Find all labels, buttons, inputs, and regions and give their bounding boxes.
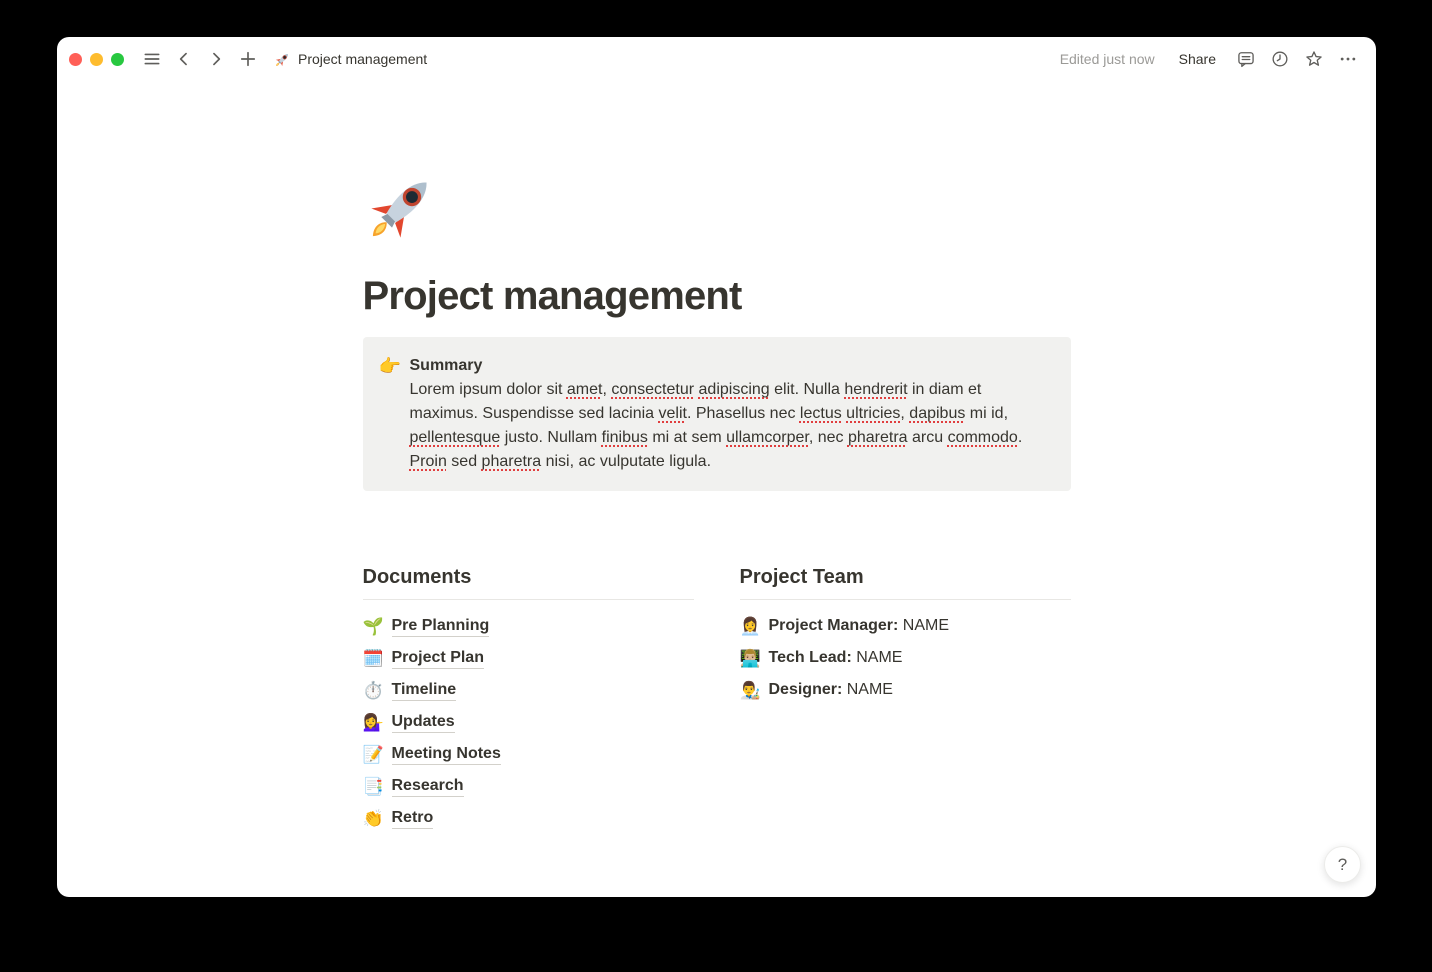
close-button[interactable] <box>69 53 82 66</box>
document-link[interactable]: Updates <box>392 711 455 733</box>
history-button[interactable] <box>1266 45 1294 73</box>
team-role: Project Manager: <box>769 617 899 634</box>
document-link[interactable]: Timeline <box>392 679 457 701</box>
team-list: 👩‍💼 Project Manager: NAME 👨🏼‍💻 Tech Lead: N… <box>740 610 1071 706</box>
team-member-text: Project Manager: NAME <box>769 617 949 635</box>
sidebar-menu-button[interactable] <box>138 45 166 73</box>
document-link-row: 📝 Meeting Notes <box>363 738 694 770</box>
document-link-row: 💁‍♀️ Updates <box>363 706 694 738</box>
misspelled-word: amet <box>567 381 603 398</box>
chevron-right-icon <box>206 49 226 69</box>
clapping-hands-icon: 👏 <box>363 810 383 827</box>
documents-heading: Documents <box>363 564 694 590</box>
forward-button[interactable] <box>202 45 230 73</box>
team-member-text: Tech Lead: NAME <box>769 649 903 667</box>
misspelled-word: velit <box>659 405 687 422</box>
document-link-row: 🌱 Pre Planning <box>363 610 694 642</box>
share-button[interactable]: Share <box>1171 47 1224 71</box>
misspelled-word: ullamcorper <box>726 429 809 446</box>
document-link[interactable]: Meeting Notes <box>392 743 501 765</box>
titlebar-actions: Edited just now Share <box>1060 45 1362 73</box>
team-member-row: 👨🏼‍💻 Tech Lead: NAME <box>740 642 1071 674</box>
plus-icon <box>238 49 258 69</box>
divider <box>363 599 694 600</box>
misspelled-word: pellentesque <box>410 429 501 446</box>
team-role: Tech Lead: <box>769 649 852 666</box>
callout-title: Summary <box>410 354 1037 378</box>
rocket-icon <box>274 51 291 68</box>
spiral-calendar-icon: 🗓️ <box>363 650 383 667</box>
star-icon <box>1304 49 1324 69</box>
man-technologist-icon: 👨🏼‍💻 <box>740 650 760 667</box>
misspelled-word: commodo <box>948 429 1018 446</box>
misspelled-word: finibus <box>602 429 648 446</box>
document-link-row: 👏 Retro <box>363 802 694 834</box>
misspelled-word: pharetra <box>848 429 908 446</box>
titlebar: Project management Edited just now Share <box>57 37 1376 81</box>
document-link-row: 🗓️ Project Plan <box>363 642 694 674</box>
misspelled-word: ultricies <box>846 405 900 422</box>
fullscreen-button[interactable] <box>111 53 124 66</box>
misspelled-word: lectus <box>800 405 842 422</box>
team-member-row: 👩‍💼 Project Manager: NAME <box>740 610 1071 642</box>
new-page-button[interactable] <box>234 45 262 73</box>
team-role: Designer: <box>769 681 843 698</box>
two-column-layout: Documents 🌱 Pre Planning 🗓️ Project Plan ⏱️ T… <box>363 564 1071 834</box>
breadcrumb[interactable]: Project management <box>274 51 427 68</box>
chevron-left-icon <box>174 49 194 69</box>
seedling-icon: 🌱 <box>363 618 383 635</box>
document-link[interactable]: Retro <box>392 807 434 829</box>
document-link[interactable]: Pre Planning <box>392 615 490 637</box>
woman-tipping-hand-icon: 💁‍♀️ <box>363 714 383 731</box>
document-link[interactable]: Project Plan <box>392 647 484 669</box>
woman-office-worker-icon: 👩‍💼 <box>740 618 760 635</box>
misspelled-word: adipiscing <box>699 381 770 398</box>
pointing-right-icon: 👉 <box>379 354 401 378</box>
clock-icon <box>1270 49 1290 69</box>
rocket-icon <box>363 168 441 246</box>
team-section: Project Team 👩‍💼 Project Manager: NAME 👨🏼‍… <box>740 564 1071 834</box>
hamburger-icon <box>142 49 162 69</box>
notion-window: Project management Edited just now Share <box>57 37 1376 897</box>
misspelled-word: hendrerit <box>844 381 907 398</box>
traffic-lights <box>69 53 124 66</box>
ellipsis-icon <box>1338 49 1358 69</box>
documents-section: Documents 🌱 Pre Planning 🗓️ Project Plan ⏱️ T… <box>363 564 694 834</box>
documents-list: 🌱 Pre Planning 🗓️ Project Plan ⏱️ Timeline 💁‍♀… <box>363 610 694 834</box>
document-link[interactable]: Research <box>392 775 464 797</box>
more-button[interactable] <box>1334 45 1362 73</box>
page-title[interactable]: Project management <box>363 272 1071 320</box>
minimize-button[interactable] <box>90 53 103 66</box>
callout-text: Lorem ipsum dolor sit amet, consectetur … <box>410 378 1037 474</box>
misspelled-word: dapibus <box>909 405 965 422</box>
summary-callout: 👉 Summary Lorem ipsum dolor sit amet, co… <box>363 337 1071 491</box>
favorite-button[interactable] <box>1300 45 1328 73</box>
misspelled-word: pharetra <box>482 453 542 470</box>
team-member-row: 👨‍🎨 Designer: NAME <box>740 674 1071 706</box>
misspelled-word: consectetur <box>611 381 694 398</box>
page-content: Project management 👉 Summary Lorem ipsum… <box>57 81 1376 897</box>
comments-button[interactable] <box>1232 45 1260 73</box>
page-icon-rocket[interactable] <box>363 168 441 246</box>
misspelled-word: Proin <box>410 453 447 470</box>
help-button[interactable]: ? <box>1324 846 1361 883</box>
divider <box>740 599 1071 600</box>
breadcrumb-title: Project management <box>298 51 427 67</box>
document-link-row: ⏱️ Timeline <box>363 674 694 706</box>
memo-icon: 📝 <box>363 746 383 763</box>
stopwatch-icon: ⏱️ <box>363 682 383 699</box>
team-member-text: Designer: NAME <box>769 681 893 699</box>
comment-icon <box>1236 49 1256 69</box>
document-link-row: 📑 Research <box>363 770 694 802</box>
back-button[interactable] <box>170 45 198 73</box>
bookmark-tabs-icon: 📑 <box>363 778 383 795</box>
edited-status: Edited just now <box>1060 51 1155 67</box>
man-artist-icon: 👨‍🎨 <box>740 682 760 699</box>
team-heading: Project Team <box>740 564 1071 590</box>
